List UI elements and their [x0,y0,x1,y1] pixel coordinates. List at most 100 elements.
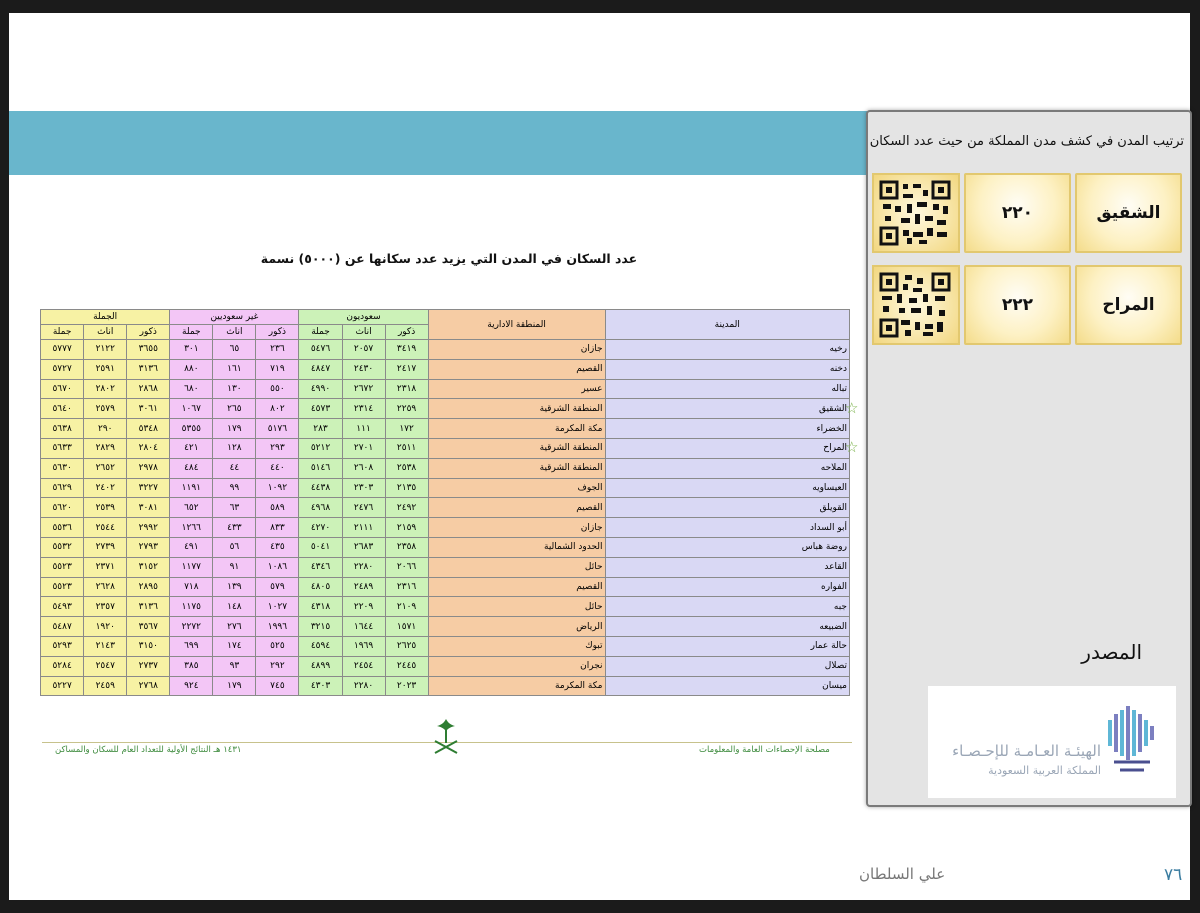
sa-female-cell: ٢٢٨٠ [341,675,386,697]
qr-code-icon[interactable] [872,173,960,253]
sa-male-cell: ٢٠٦٦ [384,556,429,578]
tot-female-cell: ٢٣٥٧ [83,596,128,618]
tot-male-cell: ٣٢٢٧ [126,477,171,499]
side-panel-title: ترتيب المدن في كشف مدن المملكة من حيث عد… [869,134,1184,149]
table-row: تصلال نجران ٢٤٤٥ ٢٤٥٤ ٤٨٩٩ ٢٩٢ ٩٣ ٣٨٥ ٢٧٣٧ ٢٥٤٧ ٥٢… [39,655,851,677]
region-cell: جازان [427,339,606,360]
sa-sum-cell: ٤٥٧٣ [298,398,343,420]
tot-male-cell: ٣٥٦٧ [126,616,171,637]
ns-female-cell: ١٧٩ [212,675,257,697]
sub-header-male: ذكور [255,324,300,340]
ns-male-cell: ٥٢٥ [255,635,300,657]
col-region-header: المنطقة الادارية [427,309,606,340]
ns-female-cell: ١٣٩ [212,576,257,598]
ns-female-cell: ٤٤ [212,457,257,479]
ns-male-cell: ٧١٩ [255,358,300,380]
table-row: الشقيق المنطقة الشرقية ٢٢٥٩ ٢٣١٤ ٤٥٧٣ ٨٠٢ ٢٦٥ ١… [39,398,851,420]
tot-sum-cell: ٥٥٢٣ [39,556,85,578]
sa-sum-cell: ٢٨٣ [298,418,343,439]
tot-female-cell: ٢٥٣٩ [83,497,128,519]
ns-sum-cell: ٣٨٥ [169,655,214,677]
ns-male-cell: ١٠٩٢ [255,477,300,499]
tot-male-cell: ٢٧٣٧ [126,655,171,677]
author-name: علي السلطان [859,865,946,883]
ns-female-cell: ٥٦ [212,536,257,558]
sa-male-cell: ٢٦٢٥ [384,635,429,657]
tot-male-cell: ٢٧٦٨ [126,675,171,697]
sa-sum-cell: ٤٥٩٤ [298,635,343,657]
ns-sum-cell: ٦٩٩ [169,635,214,657]
sa-male-cell: ٢٣١٦ [384,576,429,598]
ns-female-cell: ٩٣ [212,655,257,677]
sa-male-cell: ٢٥٣٨ [384,457,429,479]
sa-female-cell: ٢٢٠٩ [341,596,386,618]
sa-female-cell: ٢٤٥٤ [341,655,386,677]
tot-sum-cell: ٥٤٨٧ [39,616,85,637]
sa-female-cell: ١٩٦٩ [341,635,386,657]
gastat-logo-icon [1108,706,1154,772]
region-cell: جازان [427,517,606,538]
ns-sum-cell: ٥٣٥٥ [169,418,214,439]
tot-sum-cell: ٥٥٣٢ [39,536,85,558]
rank-card-marah: ٢٢٢ [964,265,1071,345]
tot-female-cell: ٢٨٠٢ [83,378,128,400]
qr-code-icon[interactable] [872,265,960,345]
tot-female-cell: ٢٣٧١ [83,556,128,578]
rank-card-shaqiq: ٢٢٠ [964,173,1071,253]
sa-female-cell: ٢٦٨٣ [341,536,386,558]
tot-sum-cell: ٥٦٧٠ [39,378,85,400]
qr-pattern [879,180,951,246]
city-card-shaqiq: الشقيق [1075,173,1182,253]
table-row: الملاحه المنطقة الشرقية ٢٥٣٨ ٢٦٠٨ ٥١٤٦ ٤٤٠ ٤٤ ٤… [39,457,851,479]
region-cell: مكة المكرمة [427,418,606,439]
ns-female-cell: ٩٩ [212,477,257,499]
sa-sum-cell: ٣٢١٥ [298,616,343,637]
page-number: ٧٦ [1164,865,1183,885]
tot-sum-cell: ٥٧٢٧ [39,358,85,380]
table-row: ميسان مكة المكرمة ٢٠٢٣ ٢٢٨٠ ٤٣٠٣ ٧٤٥ ١٧٩ ٩٢٤ ٢٧٦… [39,675,851,697]
ns-sum-cell: ١٢٦٦ [169,517,214,538]
sa-female-cell: ٢٣١٤ [341,398,386,420]
tot-female-cell: ٢١٢٢ [83,339,128,360]
sub-header-sum: جملة [169,324,214,340]
population-table: المدينة المنطقة الادارية سعوديون غير سعو… [39,309,851,697]
sa-sum-cell: ٤٣٠٣ [298,675,343,697]
city-cell: العيساويه [604,477,851,499]
sub-header-sum: جملة [39,324,85,340]
region-cell: حائل [427,596,606,618]
sa-sum-cell: ٥٢١٢ [298,437,343,459]
tot-male-cell: ٣٦٥٥ [126,339,171,360]
sa-female-cell: ٢١١١ [341,517,386,538]
ns-male-cell: ٤٣٥ [255,536,300,558]
ns-sum-cell: ٧١٨ [169,576,214,598]
region-cell: المنطقة الشرقية [427,457,606,479]
group-non-saudi-header: غير سعوديين [169,309,300,325]
table-row: روضة هباس الحدود الشمالية ٢٣٥٨ ٢٦٨٣ ٥٠٤١ ٤٣٥ ٥… [39,536,851,558]
region-cell: المنطقة الشرقية [427,437,606,459]
tot-sum-cell: ٥٧٧٧ [39,339,85,360]
sa-sum-cell: ٥٤٧٦ [298,339,343,360]
ns-male-cell: ٢٩٣ [255,437,300,459]
tot-female-cell: ٢٦٥٢ [83,457,128,479]
logo-text-agency: الهيئـة العـامـة للإحـصـاء [952,742,1101,760]
sa-male-cell: ٢١٣٥ [384,477,429,499]
ns-sum-cell: ٤٢١ [169,437,214,459]
table-row: تباله عسير ٢٣١٨ ٢٦٧٢ ٤٩٩٠ ٥٥٠ ١٣٠ ٦٨٠ ٢٨٦٨ ٢٨٠٢ ٥٦… [39,378,851,400]
tot-male-cell: ٣٠٦١ [126,398,171,420]
table-row: الخضراء مكة المكرمة ١٧٢ ١١١ ٢٨٣ ٥١٧٦ ١٧٩ ٥٣٥٥ ٥٣… [39,418,851,439]
logo-text-country: المملكة العربية السعودية [988,764,1101,777]
sa-male-cell: ٢٠٢٣ [384,675,429,697]
region-cell: حائل [427,556,606,578]
region-cell: الحدود الشمالية [427,536,606,558]
saudi-emblem-icon [434,719,458,754]
sa-sum-cell: ٤٨٩٩ [298,655,343,677]
city-cell: روضة هباس [604,536,851,558]
ns-male-cell: ٢٩٢ [255,655,300,677]
ns-male-cell: ٥٧٩ [255,576,300,598]
tot-female-cell: ٢٧٣٩ [83,536,128,558]
tot-sum-cell: ٥٢٨٤ [39,655,85,677]
ns-male-cell: ٢٣٦ [255,339,300,360]
ns-female-cell: ١٧٤ [212,635,257,657]
ns-male-cell: ٥٥٠ [255,378,300,400]
sub-header-female: اناث [341,324,386,340]
